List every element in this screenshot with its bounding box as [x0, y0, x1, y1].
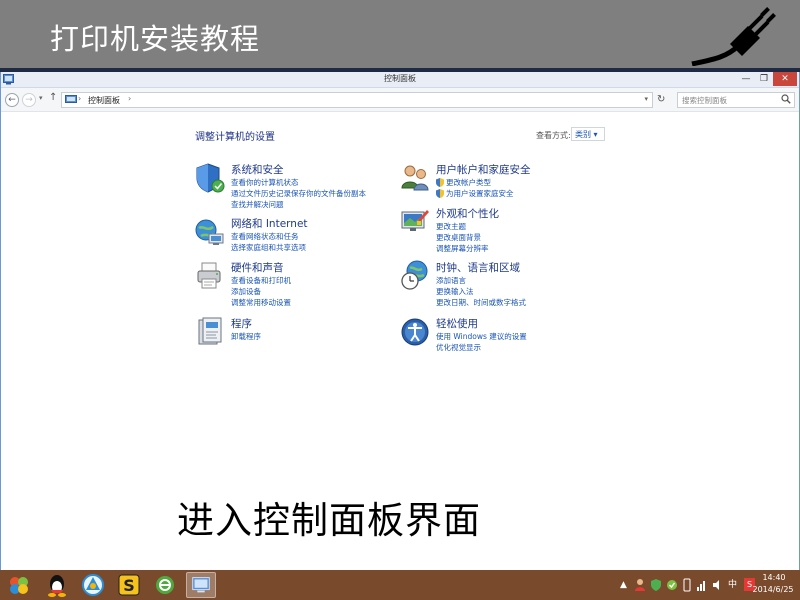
category-title[interactable]: 程序 — [231, 316, 252, 331]
tray-ime-label[interactable]: 中 — [728, 578, 737, 592]
view-by-label: 查看方式: — [536, 131, 571, 140]
category-link[interactable]: 添加语言 — [436, 275, 466, 286]
page-title: 调整计算机的设置 — [195, 132, 275, 143]
svg-text:S: S — [123, 576, 135, 595]
tray-expand-icon[interactable]: ▲ — [620, 578, 627, 592]
category-link[interactable]: 添加设备 — [231, 286, 261, 297]
users-icon — [401, 165, 429, 191]
path-separator-lead: › — [78, 94, 82, 103]
clock-time[interactable]: 14:40 — [754, 573, 794, 582]
control-panel-window: 控制面板 — ❐ ✕ ← → ▾ ↑ › 控制面板 › ▾ ↻ 搜索控制面板 调… — [0, 72, 800, 570]
sogou-icon[interactable]: S — [114, 572, 144, 598]
ie-icon[interactable] — [150, 572, 180, 598]
ease-of-access-icon — [401, 318, 429, 346]
address-dropdown[interactable]: ▾ — [644, 95, 648, 103]
search-placeholder: 搜索控制面板 — [682, 96, 727, 105]
category-link[interactable]: 调整屏幕分辨率 — [436, 243, 489, 254]
category-link[interactable]: 调整常用移动设置 — [231, 297, 291, 308]
clock-globe-icon — [401, 260, 428, 290]
uac-shield-icon — [436, 178, 444, 187]
category-title[interactable]: 外观和个性化 — [436, 206, 499, 221]
slide-title: 打印机安装教程 — [50, 22, 261, 56]
category-link[interactable]: 查看网络状态和任务 — [231, 231, 299, 242]
category-title[interactable]: 时钟、语言和区域 — [436, 260, 520, 275]
taskbar: S ▲ 中 S 14:40 2014/6/25 — [0, 570, 800, 600]
close-button[interactable]: ✕ — [773, 72, 797, 86]
category-link[interactable]: 选择家庭组和共享选项 — [231, 242, 306, 253]
qq-icon[interactable] — [42, 572, 72, 598]
link-text: 更改帐户类型 — [446, 178, 491, 187]
category-link[interactable]: 通过文件历史记录保存你的文件备份副本 — [231, 188, 366, 199]
search-icon — [781, 94, 791, 104]
category-link[interactable]: 查看设备和打印机 — [231, 275, 291, 286]
category-link[interactable]: 使用 Windows 建议的设置 — [436, 331, 527, 342]
browser-icon[interactable] — [78, 572, 108, 598]
category-link[interactable]: 更改桌面背景 — [436, 232, 481, 243]
appearance-icon — [401, 210, 429, 231]
category-title[interactable]: 网络和 Internet — [231, 216, 308, 231]
category-link[interactable]: 查看你的计算机状态 — [231, 177, 299, 188]
uac-shield-icon — [436, 189, 444, 198]
slide: 打印机安装教程 控制面板 — ❐ ✕ ← → ▾ ↑ › 控制面板 › ▾ ↻ … — [0, 0, 800, 600]
category-link[interactable]: 为用户设置家庭安全 — [436, 188, 514, 199]
tray-security-icon[interactable] — [666, 578, 678, 592]
tray-shield-icon[interactable] — [650, 578, 662, 592]
tray-volume-icon[interactable] — [712, 578, 724, 592]
minimize-button[interactable]: — — [739, 72, 753, 86]
tray-network-icon[interactable] — [696, 578, 708, 592]
address-field[interactable]: › 控制面板 › ▾ — [61, 92, 653, 108]
control-panel-taskbar-icon[interactable] — [186, 572, 216, 598]
category-link[interactable]: 优化视觉显示 — [436, 342, 481, 353]
view-by-select[interactable]: 类别 ▾ — [571, 127, 605, 141]
control-panel-small-icon — [65, 95, 77, 103]
slide-header: 打印机安装教程 — [0, 0, 800, 68]
window-title: 控制面板 — [384, 74, 416, 83]
tray-phone-icon[interactable] — [682, 578, 692, 592]
maximize-button[interactable]: ❐ — [757, 72, 771, 86]
start-icon[interactable] — [4, 572, 34, 598]
tray-user-icon[interactable] — [634, 578, 646, 592]
category-title[interactable]: 用户帐户和家庭安全 — [436, 162, 531, 177]
category-title[interactable]: 轻松使用 — [436, 316, 478, 331]
recent-locations-dropdown[interactable]: ▾ — [39, 94, 43, 102]
shield-icon — [196, 163, 225, 193]
programs-icon — [198, 317, 222, 345]
printer-icon — [197, 262, 221, 289]
forward-button[interactable]: → — [22, 93, 36, 107]
link-text: 为用户设置家庭安全 — [446, 189, 514, 198]
category-title[interactable]: 系统和安全 — [231, 162, 284, 177]
network-icon — [195, 219, 224, 245]
back-button[interactable]: ← — [5, 93, 19, 107]
category-link[interactable]: 更改日期、时间或数字格式 — [436, 297, 526, 308]
category-link[interactable]: 更换输入法 — [436, 286, 474, 297]
clock-date[interactable]: 2014/6/25 — [748, 585, 798, 594]
category-link[interactable]: 卸载程序 — [231, 331, 261, 342]
up-button[interactable]: ↑ — [49, 92, 57, 103]
slide-caption: 进入控制面板界面 — [177, 499, 481, 542]
path-separator: › — [128, 94, 132, 103]
plug-icon — [691, 7, 776, 66]
category-title[interactable]: 硬件和声音 — [231, 260, 284, 275]
category-link[interactable]: 查找并解决问题 — [231, 199, 284, 210]
address-toolbar: ← → ▾ ↑ › 控制面板 › ▾ ↻ 搜索控制面板 — [1, 88, 799, 112]
address-path[interactable]: 控制面板 — [88, 95, 120, 106]
refresh-button[interactable]: ↻ — [657, 94, 665, 105]
window-titlebar[interactable]: 控制面板 — ❐ ✕ — [1, 72, 799, 88]
category-link[interactable]: 更改帐户类型 — [436, 177, 491, 188]
search-input[interactable]: 搜索控制面板 — [677, 92, 795, 108]
category-link[interactable]: 更改主题 — [436, 221, 466, 232]
